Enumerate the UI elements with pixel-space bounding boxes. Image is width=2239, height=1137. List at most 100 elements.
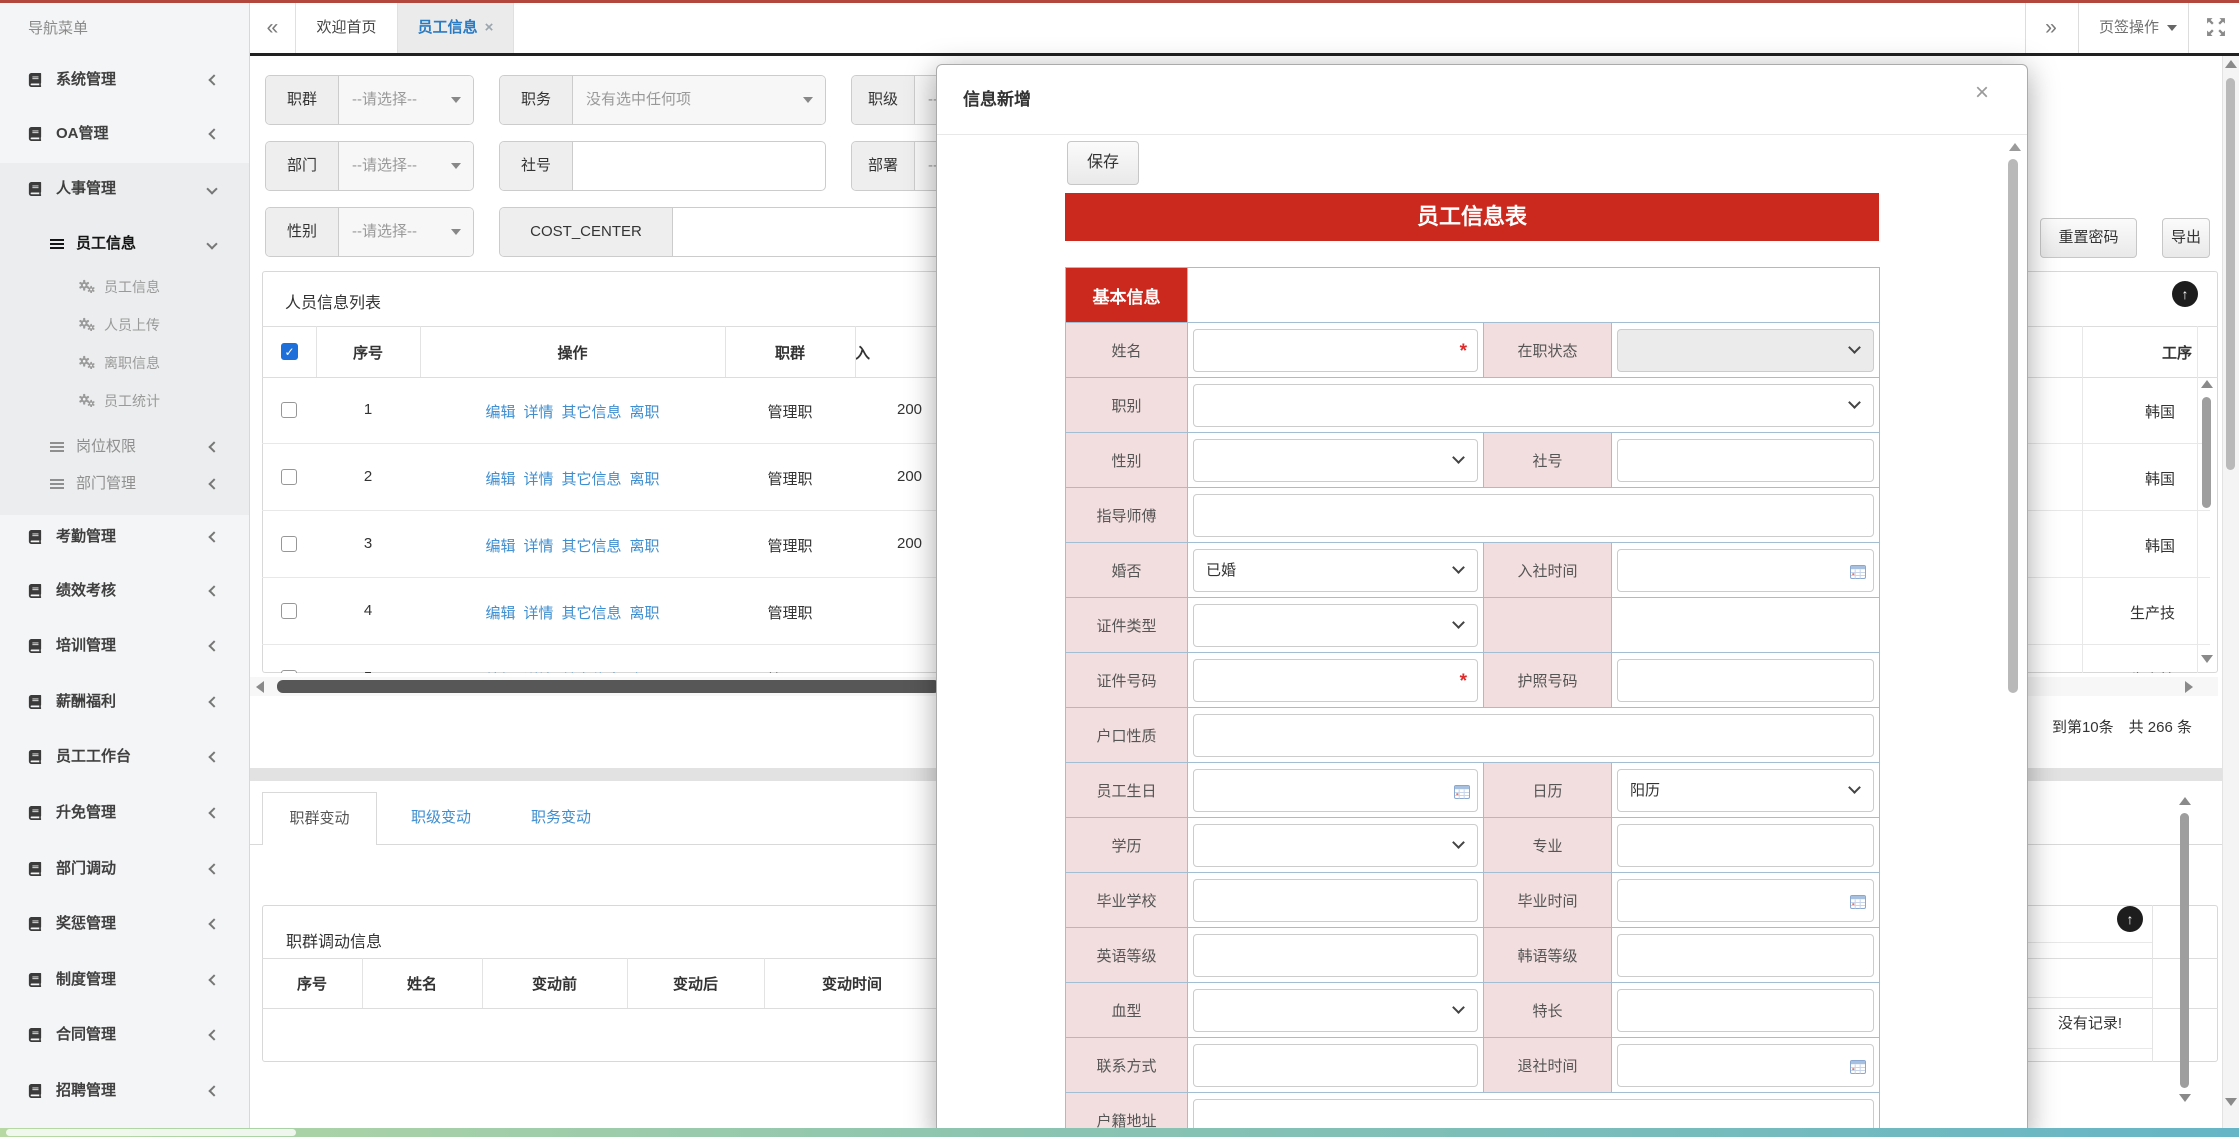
department-select[interactable]: --请选择-- bbox=[339, 142, 473, 190]
员工生日-date-input[interactable] bbox=[1193, 769, 1478, 812]
modal-close-icon[interactable]: × bbox=[1975, 81, 1989, 105]
sidebar-item-3[interactable]: 员工信息 bbox=[0, 224, 249, 264]
select-all-checkbox[interactable]: ✓ bbox=[281, 343, 298, 360]
row-checkbox[interactable] bbox=[281, 670, 297, 673]
duty-multiselect[interactable]: 没有选中任何项 bbox=[573, 76, 825, 124]
calendar-icon[interactable] bbox=[1850, 1058, 1866, 1079]
韩语等级-input[interactable] bbox=[1617, 934, 1874, 977]
action-link-0[interactable]: 编辑 bbox=[485, 471, 515, 488]
sidebar-item-17[interactable]: 奖惩管理 bbox=[0, 904, 249, 944]
panel-scroll-down-icon[interactable] bbox=[2179, 1094, 2191, 1102]
婚否-select[interactable]: 已婚 bbox=[1193, 549, 1478, 592]
sidebar-item-12[interactable]: 培训管理 bbox=[0, 626, 249, 666]
reset-password-button[interactable]: 重置密码 bbox=[2040, 218, 2137, 258]
action-link-1[interactable]: 详情 bbox=[523, 538, 553, 555]
sidebar-item-1[interactable]: OA管理 bbox=[0, 114, 249, 154]
action-link-3[interactable]: 离职 bbox=[630, 605, 660, 622]
英语等级-input[interactable] bbox=[1193, 934, 1478, 977]
gender-select[interactable]: --请选择-- bbox=[339, 208, 473, 256]
毕业时间-date-input[interactable] bbox=[1617, 879, 1874, 922]
职别-select[interactable] bbox=[1193, 384, 1874, 427]
指导师傅-input[interactable] bbox=[1193, 494, 1874, 537]
证件号码-input[interactable]: * bbox=[1193, 659, 1478, 702]
action-link-3[interactable]: 离职 bbox=[630, 538, 660, 555]
sidebar-item-0[interactable]: 系统管理 bbox=[0, 60, 249, 100]
退社时间-date-input[interactable] bbox=[1617, 1044, 1874, 1087]
action-link-0[interactable]: 编辑 bbox=[485, 538, 515, 555]
page-scroll-up-icon[interactable] bbox=[2225, 60, 2237, 68]
panel-scroll-up-icon[interactable] bbox=[2179, 797, 2191, 805]
bottom-scrollbar-thumb[interactable] bbox=[6, 1129, 296, 1136]
tab-员工信息[interactable]: 员工信息× bbox=[398, 3, 514, 53]
护照号码-input[interactable] bbox=[1617, 659, 1874, 702]
sidebar-item-7[interactable]: 员工统计 bbox=[0, 381, 249, 421]
action-link-3[interactable]: 离职 bbox=[630, 672, 660, 673]
collapse-panel-icon[interactable]: ↑ bbox=[2117, 906, 2143, 932]
action-link-3[interactable]: 离职 bbox=[630, 471, 660, 488]
tab-欢迎首页[interactable]: 欢迎首页 bbox=[296, 3, 398, 53]
jobgroup-select[interactable]: --请选择-- bbox=[339, 76, 473, 124]
sidebar-item-19[interactable]: 合同管理 bbox=[0, 1015, 249, 1055]
change-tab-1[interactable]: 职级变动 bbox=[400, 792, 482, 845]
sidebar-item-20[interactable]: 招聘管理 bbox=[0, 1071, 249, 1111]
action-link-2[interactable]: 其它信息 bbox=[562, 672, 622, 673]
tabs-scroll-right-icon[interactable]: » bbox=[2028, 3, 2074, 53]
社号-input[interactable] bbox=[1617, 439, 1874, 482]
action-link-2[interactable]: 其它信息 bbox=[562, 404, 622, 421]
table-scroll-up-icon[interactable] bbox=[2201, 380, 2213, 388]
sidebar-item-5[interactable]: 人员上传 bbox=[0, 305, 249, 345]
tab-close-icon[interactable]: × bbox=[485, 19, 494, 36]
panel-scrollbar-thumb[interactable] bbox=[2180, 813, 2189, 1088]
sidebar-item-16[interactable]: 部门调动 bbox=[0, 849, 249, 889]
row-checkbox[interactable] bbox=[281, 603, 297, 619]
联系方式-input[interactable] bbox=[1193, 1044, 1478, 1087]
sidebar-item-9[interactable]: 部门管理 bbox=[0, 464, 249, 504]
sidebar-item-15[interactable]: 升免管理 bbox=[0, 793, 249, 833]
page-scrollbar-thumb[interactable] bbox=[2226, 78, 2235, 470]
特长-input[interactable] bbox=[1617, 989, 1874, 1032]
calendar-icon[interactable] bbox=[1850, 893, 1866, 914]
sidebar-item-6[interactable]: 离职信息 bbox=[0, 343, 249, 383]
action-link-1[interactable]: 详情 bbox=[523, 404, 553, 421]
action-link-1[interactable]: 详情 bbox=[523, 672, 553, 673]
sidebar-item-14[interactable]: 员工工作台 bbox=[0, 737, 249, 777]
户口性质-input[interactable] bbox=[1193, 714, 1874, 757]
姓名-input[interactable]: * bbox=[1193, 329, 1478, 372]
sidebar-item-13[interactable]: 薪酬福利 bbox=[0, 682, 249, 722]
calendar-icon[interactable] bbox=[1454, 783, 1470, 804]
action-link-0[interactable]: 编辑 bbox=[485, 605, 515, 622]
calendar-icon[interactable] bbox=[1850, 563, 1866, 584]
row-checkbox[interactable] bbox=[281, 469, 297, 485]
action-link-1[interactable]: 详情 bbox=[523, 605, 553, 622]
bottom-scrollbar[interactable] bbox=[0, 1128, 2239, 1137]
sidebar-item-18[interactable]: 制度管理 bbox=[0, 960, 249, 1000]
action-link-0[interactable]: 编辑 bbox=[485, 672, 515, 673]
action-link-1[interactable]: 详情 bbox=[523, 471, 553, 488]
modal-scrollbar-thumb[interactable] bbox=[2008, 159, 2018, 693]
modal-scroll-up-icon[interactable] bbox=[2009, 143, 2021, 151]
sidebar-item-4[interactable]: 员工信息 bbox=[0, 267, 249, 307]
row-checkbox[interactable] bbox=[281, 536, 297, 552]
row-checkbox[interactable] bbox=[281, 402, 297, 418]
sidebar-item-10[interactable]: 考勤管理 bbox=[0, 517, 249, 557]
empno-input[interactable] bbox=[573, 142, 825, 190]
horizontal-scrollbar-thumb[interactable] bbox=[277, 680, 940, 693]
专业-input[interactable] bbox=[1617, 824, 1874, 867]
证件类型-select[interactable] bbox=[1193, 604, 1478, 647]
sidebar-item-2[interactable]: 人事管理 bbox=[0, 169, 249, 209]
sidebar-item-8[interactable]: 岗位权限 bbox=[0, 427, 249, 467]
fullscreen-icon[interactable] bbox=[2205, 16, 2227, 43]
入社时间-date-input[interactable] bbox=[1617, 549, 1874, 592]
在职状态-select[interactable] bbox=[1617, 329, 1874, 372]
学历-select[interactable] bbox=[1193, 824, 1478, 867]
血型-select[interactable] bbox=[1193, 989, 1478, 1032]
export-button[interactable]: 导出 bbox=[2162, 218, 2210, 258]
action-link-2[interactable]: 其它信息 bbox=[562, 471, 622, 488]
tab-operations-menu[interactable]: 页签操作 bbox=[2088, 3, 2188, 53]
scroll-right-icon[interactable] bbox=[2185, 681, 2193, 693]
change-tab-2[interactable]: 职务变动 bbox=[520, 792, 602, 845]
scroll-left-icon[interactable] bbox=[256, 681, 264, 693]
collapse-panel-icon[interactable]: ↑ bbox=[2172, 281, 2198, 307]
action-link-2[interactable]: 其它信息 bbox=[562, 538, 622, 555]
tabs-scroll-left-icon[interactable]: « bbox=[250, 3, 296, 53]
